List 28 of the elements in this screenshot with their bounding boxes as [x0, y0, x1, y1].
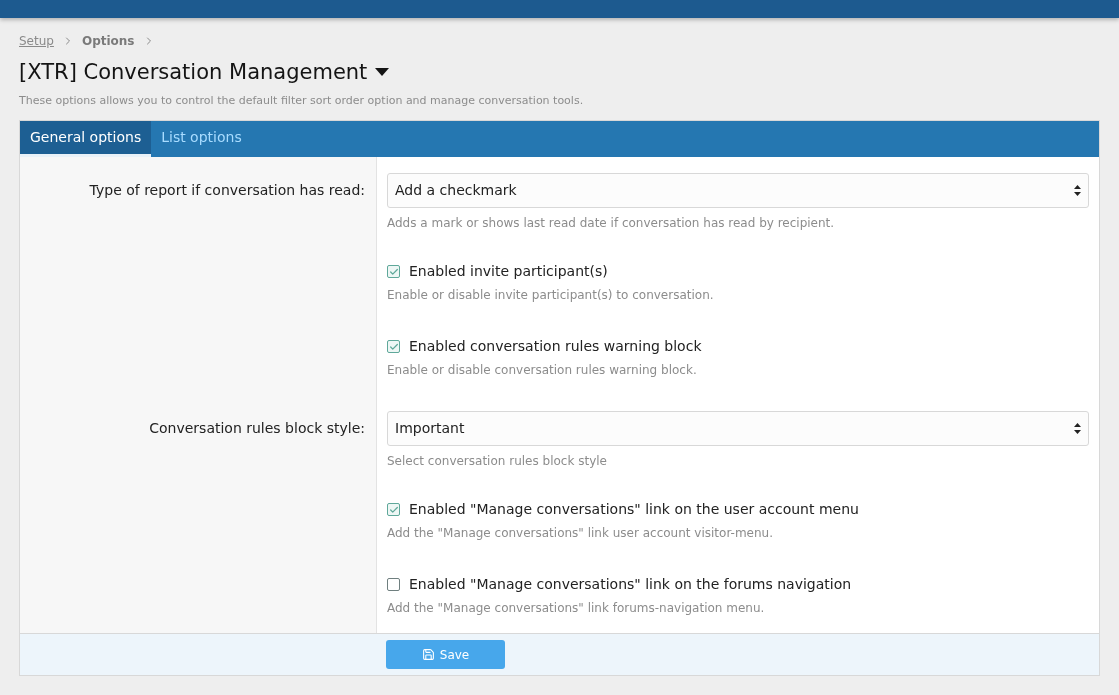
checkbox-label: Enabled "Manage conversations" link on the user account menu — [409, 501, 859, 518]
checkbox[interactable] — [387, 265, 400, 278]
save-button[interactable]: Save — [386, 640, 505, 669]
select-field[interactable]: Important — [387, 411, 1089, 446]
tab[interactable]: General options — [20, 121, 152, 157]
field-hint: Enable or disable invite participant(s) to conversation. — [387, 288, 715, 303]
caret-icon[interactable] — [375, 68, 390, 76]
page-description: These options allows you to control the default filter sort order option and manage conversation tools. — [19, 94, 585, 108]
sort-arrows-icon — [1074, 185, 1081, 196]
checkbox[interactable] — [387, 503, 400, 516]
field-hint: Select conversation rules block style — [387, 454, 608, 469]
checkbox[interactable] — [387, 578, 400, 591]
field-hint: Add the "Manage conversations" link forums-navigation menu. — [387, 601, 766, 616]
breadcrumb-link[interactable]: Options — [81, 32, 135, 50]
checkbox-label: Enabled "Manage conversations" link on the forums navigation — [409, 576, 852, 593]
checkbox-label: Enabled conversation rules warning block — [409, 338, 702, 355]
checkbox[interactable] — [387, 340, 400, 353]
tab[interactable]: List options — [151, 121, 252, 157]
field-label: Type of report if conversation has read: — [89, 181, 365, 199]
page-title: [XTR] Conversation Management — [19, 59, 368, 86]
field-hint: Add the "Manage conversations" link user account visitor-menu. — [387, 526, 774, 541]
field-hint: Enable or disable conversation rules warning block. — [387, 363, 698, 378]
select-field[interactable]: Add a checkmark — [387, 173, 1089, 208]
checkbox-label: Enabled invite participant(s) — [409, 263, 608, 280]
sort-arrows-icon — [1074, 423, 1081, 434]
field-hint: Adds a mark or shows last read date if conversation has read by recipient. — [387, 216, 836, 231]
breadcrumb-link[interactable]: Setup — [19, 32, 54, 50]
field-label: Conversation rules block style: — [149, 419, 365, 437]
